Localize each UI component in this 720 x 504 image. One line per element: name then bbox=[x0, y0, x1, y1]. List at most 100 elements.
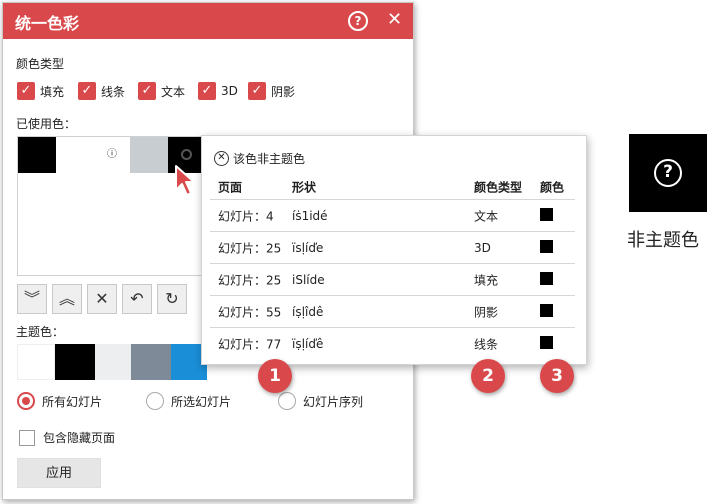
cell-type: 阴影 bbox=[474, 305, 499, 319]
non-theme-color-popup: ✕ 该色非主题色 页面 形状 颜色类型 颜色 幻灯片：4 íṡ1idé 文本 幻… bbox=[201, 135, 587, 365]
column-header-type: 颜色类型 bbox=[474, 180, 523, 194]
color-swatch bbox=[540, 336, 553, 349]
radio-dot bbox=[146, 392, 164, 410]
radio-label: 所选幻灯片 bbox=[171, 394, 232, 409]
cell-page: 幻灯片：25 bbox=[218, 273, 282, 287]
radio-all-slides[interactable]: 所有幻灯片 bbox=[17, 392, 102, 410]
refresh-button[interactable]: ↻ bbox=[157, 284, 187, 314]
help-icon: ⓘ bbox=[107, 149, 117, 160]
delete-button[interactable]: ✕ bbox=[87, 284, 117, 314]
checkbox-shadow[interactable]: ✓ 阴影 bbox=[248, 82, 295, 100]
check-icon: ✓ bbox=[248, 82, 266, 100]
used-color-swatch[interactable] bbox=[56, 137, 94, 173]
undo-button[interactable]: ↶ bbox=[122, 284, 152, 314]
column-header-page: 页面 bbox=[218, 180, 243, 194]
check-icon: ✓ bbox=[78, 82, 96, 100]
checkbox-label: 阴影 bbox=[271, 84, 296, 99]
toolbar: ︾ ︽ ✕ ↶ ↻ bbox=[17, 284, 192, 314]
cell-type: 线条 bbox=[474, 337, 499, 352]
cell-shape: íṣḷîdê bbox=[292, 304, 324, 319]
close-circle-icon[interactable]: ✕ bbox=[214, 151, 229, 166]
apply-button[interactable]: 应用 bbox=[17, 458, 101, 488]
table-row[interactable]: 幻灯片：4 íṡ1idé 文本 bbox=[210, 200, 575, 232]
cell-color bbox=[540, 303, 553, 320]
checkbox-label: 文本 bbox=[161, 84, 186, 99]
help-icon: ? bbox=[654, 159, 682, 187]
color-swatch bbox=[540, 239, 553, 253]
used-color-swatch[interactable] bbox=[18, 137, 56, 173]
checkbox-label: 线条 bbox=[101, 84, 126, 99]
theme-color-swatch[interactable] bbox=[95, 344, 131, 380]
color-swatch bbox=[540, 207, 553, 221]
check-icon: ✓ bbox=[17, 82, 35, 100]
radio-slide-sequence[interactable]: 幻灯片序列 bbox=[278, 392, 363, 410]
theme-colors-row bbox=[17, 344, 207, 380]
used-color-swatch[interactable] bbox=[130, 137, 168, 173]
cell-page: 幻灯片：4 bbox=[218, 209, 274, 223]
theme-color-swatch[interactable] bbox=[131, 344, 171, 380]
color-type-label: 颜色类型 bbox=[16, 57, 65, 71]
cell-color bbox=[540, 271, 553, 288]
checkbox-fill[interactable]: ✓ 填充 bbox=[17, 82, 64, 100]
cell-page: 幻灯片：25 bbox=[218, 241, 282, 255]
radio-dot bbox=[278, 392, 296, 410]
check-icon: ✓ bbox=[198, 82, 216, 100]
checkbox-line[interactable]: ✓ 线条 bbox=[78, 82, 125, 100]
table-row[interactable]: 幻灯片：77 ïṣḷíďê 线条 bbox=[210, 328, 575, 360]
check-icon: ✓ bbox=[138, 82, 156, 100]
cell-page: 幻灯片：55 bbox=[218, 305, 282, 319]
radio-label: 所有幻灯片 bbox=[42, 394, 103, 409]
target-icon bbox=[181, 149, 192, 160]
popup-heading-text: 该色非主题色 bbox=[233, 152, 306, 166]
cell-type: 填充 bbox=[474, 273, 499, 287]
popup-heading: ✕ 该色非主题色 bbox=[214, 150, 305, 167]
checkbox-label: 包含隐藏页面 bbox=[43, 431, 116, 445]
color-swatch bbox=[540, 303, 553, 317]
theme-colors-label: 主题色： bbox=[16, 325, 65, 339]
dialog-title: 统一色彩 bbox=[15, 14, 80, 33]
theme-color-swatch[interactable] bbox=[55, 344, 95, 380]
color-swatch bbox=[540, 271, 553, 285]
theme-color-swatch[interactable] bbox=[17, 344, 55, 380]
checkbox-label: 填充 bbox=[40, 84, 65, 99]
table-row[interactable]: 幻灯片：25 ïsḷíďe 3D bbox=[210, 232, 575, 264]
cell-shape: ïsḷíďe bbox=[292, 240, 324, 255]
checkbox-text[interactable]: ✓ 文本 bbox=[138, 82, 185, 100]
cell-type: 3D bbox=[474, 240, 491, 255]
callout-badge-2: 2 bbox=[471, 359, 505, 393]
cell-shape: ïṣḷíďê bbox=[292, 337, 324, 351]
checkbox-3d[interactable]: ✓ 3D bbox=[198, 82, 238, 100]
legend-label: 非主题色 bbox=[627, 230, 699, 251]
close-icon[interactable]: ✕ bbox=[387, 9, 402, 30]
cell-type: 文本 bbox=[474, 209, 499, 223]
help-icon[interactable]: ? bbox=[348, 11, 368, 31]
cell-color bbox=[540, 239, 553, 256]
table-row[interactable]: 幻灯片：25 iSlíde 填充 bbox=[210, 264, 575, 296]
table-row[interactable]: 幻灯片：55 íṣḷîdê 阴影 bbox=[210, 296, 575, 328]
callout-badge-3: 3 bbox=[540, 359, 574, 393]
cell-color bbox=[540, 336, 553, 352]
move-up-button[interactable]: ︽ bbox=[52, 284, 82, 314]
callout-badge-1: 1 bbox=[258, 359, 292, 393]
table-header: 页面 形状 颜色类型 颜色 bbox=[210, 174, 575, 200]
used-color-swatch[interactable]: ⓘ bbox=[94, 137, 130, 173]
radio-label: 幻灯片序列 bbox=[303, 394, 364, 409]
cursor-icon bbox=[175, 165, 195, 196]
cell-color bbox=[540, 207, 553, 224]
usage-table: 页面 形状 颜色类型 颜色 幻灯片：4 íṡ1idé 文本 幻灯片：25 ïsḷ… bbox=[210, 174, 575, 360]
title-bar: 统一色彩 ? ✕ bbox=[3, 3, 413, 39]
radio-selected-slides[interactable]: 所选幻灯片 bbox=[146, 392, 231, 410]
column-header-color: 颜色 bbox=[540, 180, 565, 194]
stage: 统一色彩 ? ✕ 颜色类型 ✓ 填充 ✓ 线条 ✓ 文本 ✓ 3D ✓ 阴影 已… bbox=[0, 0, 720, 504]
cell-shape: iSlíde bbox=[292, 272, 325, 287]
radio-dot bbox=[17, 392, 35, 410]
cell-shape: íṡ1idé bbox=[292, 208, 328, 223]
checkbox-box bbox=[19, 429, 35, 446]
cell-page: 幻灯片：77 bbox=[218, 337, 282, 352]
move-down-button[interactable]: ︾ bbox=[17, 284, 47, 314]
used-colors-label: 已使用色： bbox=[16, 117, 77, 131]
non-theme-color-sample: ? bbox=[629, 134, 707, 212]
include-hidden-checkbox[interactable]: 包含隐藏页面 bbox=[19, 429, 115, 446]
column-header-shape: 形状 bbox=[292, 180, 317, 194]
checkbox-label: 3D bbox=[221, 84, 238, 98]
